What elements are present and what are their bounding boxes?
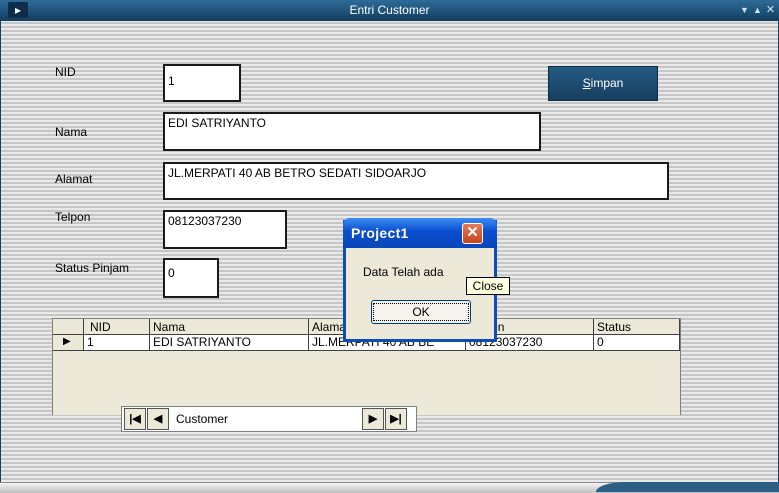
simpan-label: impan [590, 76, 624, 90]
cell-nama[interactable]: EDI SATRIYANTO [150, 335, 309, 351]
ok-label: OK [373, 303, 469, 321]
bottom-accent [596, 482, 779, 492]
message-box-close-icon[interactable]: ✕ [462, 223, 483, 244]
nid-field[interactable]: 1 [163, 64, 241, 102]
grid-header-nid[interactable]: NID [84, 319, 150, 335]
customer-data-control[interactable]: |◀ ◀ Customer ▶ ▶| [121, 406, 417, 432]
nama-label: Nama [55, 125, 88, 139]
grid-corner [53, 319, 84, 335]
alamat-label: Alamat [55, 172, 93, 186]
grid-header-status[interactable]: Status [594, 319, 680, 335]
last-record-icon[interactable]: ▶| [385, 408, 407, 430]
message-box-title: Project1 [351, 225, 409, 241]
next-record-icon[interactable]: ▶ [362, 408, 384, 430]
ok-button[interactable]: OK [371, 300, 471, 324]
previous-record-icon[interactable]: ◀ [147, 408, 169, 430]
message-text: Data Telah ada [363, 265, 444, 279]
cell-nid[interactable]: 1 [84, 335, 150, 351]
grid-header-nama[interactable]: Nama [150, 319, 309, 335]
simpan-hotkey: S [582, 76, 591, 90]
window-title: Entri Customer [349, 3, 430, 17]
close-tooltip: Close [466, 277, 510, 295]
first-record-icon[interactable]: |◀ [124, 408, 146, 430]
system-menu-icon[interactable]: ▸ [8, 2, 28, 18]
maximize-icon[interactable]: ▲ [751, 3, 764, 17]
nama-field[interactable]: EDI SATRIYANTO [163, 112, 541, 151]
status-pinjam-field[interactable]: 0 [163, 258, 219, 298]
simpan-button[interactable]: Simpan [548, 66, 658, 101]
row-selector-icon[interactable]: ▶ [53, 335, 84, 351]
data-control-caption: Customer [176, 412, 229, 426]
status-pinjam-label: Status Pinjam [55, 261, 130, 275]
alamat-field[interactable]: JL.MERPATI 40 AB BETRO SEDATI SIDOARJO [163, 162, 669, 200]
telpon-field[interactable]: 08123037230 [163, 210, 287, 249]
telpon-label: Telpon [55, 210, 91, 224]
cell-status[interactable]: 0 [594, 335, 680, 351]
close-icon[interactable]: ✕ [764, 3, 777, 17]
nid-label: NID [55, 65, 76, 79]
minimize-icon[interactable]: ▼ [738, 3, 751, 17]
